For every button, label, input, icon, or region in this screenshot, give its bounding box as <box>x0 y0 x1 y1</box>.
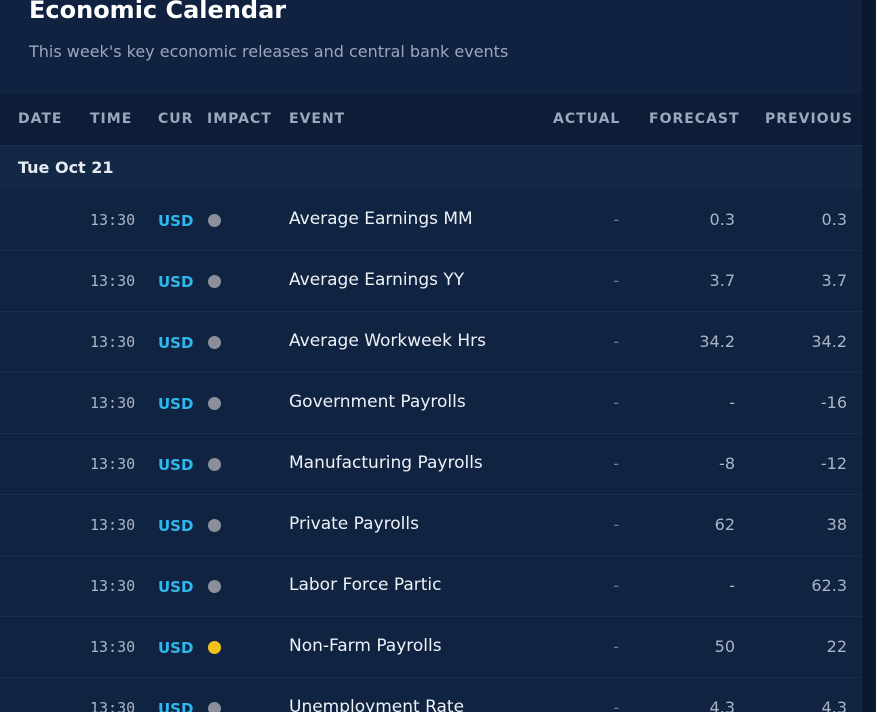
event-actual: - <box>613 515 619 534</box>
event-actual: - <box>613 393 619 412</box>
event-previous: 34.2 <box>811 332 847 351</box>
event-actual: - <box>613 637 619 656</box>
table-row[interactable]: 13:30 USD Unemployment Rate - 4.3 4.3 <box>0 678 862 712</box>
column-header-currency[interactable]: CUR <box>158 111 193 127</box>
event-actual: - <box>613 332 619 351</box>
column-header-forecast[interactable]: FORECAST <box>649 111 740 127</box>
event-name: Manufacturing Payrolls <box>289 453 483 473</box>
event-time: 13:30 <box>90 333 136 351</box>
event-time: 13:30 <box>90 516 136 534</box>
event-currency: USD <box>158 517 194 535</box>
event-time: 13:30 <box>90 272 136 290</box>
event-time: 13:30 <box>90 577 136 595</box>
column-header-impact[interactable]: IMPACT <box>207 111 272 127</box>
event-currency: USD <box>158 395 194 413</box>
impact-dot-icon <box>208 641 221 654</box>
event-forecast: -8 <box>719 454 735 473</box>
event-name: Unemployment Rate <box>289 697 465 712</box>
date-group-header: Tue Oct 21 <box>0 146 862 190</box>
event-forecast: 3.7 <box>709 271 735 290</box>
event-forecast: 4.3 <box>709 698 735 712</box>
event-name: Average Earnings MM <box>289 209 473 229</box>
event-time: 13:30 <box>90 211 136 229</box>
table-row[interactable]: 13:30 USD Average Earnings YY - 3.7 3.7 <box>0 251 862 312</box>
event-previous: 62.3 <box>811 576 847 595</box>
economic-calendar-panel: Economic Calendar This week's key econom… <box>0 0 862 712</box>
impact-dot-icon <box>208 397 221 410</box>
impact-dot-icon <box>208 214 221 227</box>
event-forecast: - <box>729 393 735 412</box>
column-header-actual[interactable]: ACTUAL <box>553 111 620 127</box>
event-time: 13:30 <box>90 455 136 473</box>
table-row[interactable]: 13:30 USD Non-Farm Payrolls - 50 22 <box>0 617 862 678</box>
event-name: Private Payrolls <box>289 514 419 534</box>
event-forecast: 34.2 <box>699 332 735 351</box>
event-name: Average Earnings YY <box>289 270 465 290</box>
event-actual: - <box>613 698 619 712</box>
event-actual: - <box>613 271 619 290</box>
column-header-time[interactable]: TIME <box>90 111 132 127</box>
page-title: Economic Calendar <box>29 0 287 24</box>
event-name: Non-Farm Payrolls <box>289 636 442 656</box>
event-time: 13:30 <box>90 699 136 712</box>
impact-dot-icon <box>208 519 221 532</box>
table-row[interactable]: 13:30 USD Labor Force Partic - - 62.3 <box>0 556 862 617</box>
event-time: 13:30 <box>90 394 136 412</box>
column-header-date[interactable]: DATE <box>18 111 62 127</box>
event-forecast: 50 <box>714 637 735 656</box>
calendar-header: Economic Calendar This week's key econom… <box>0 0 862 94</box>
column-header-previous[interactable]: PREVIOUS <box>765 111 853 127</box>
event-currency: USD <box>158 700 194 712</box>
event-currency: USD <box>158 456 194 474</box>
date-group-label: Tue Oct 21 <box>18 158 114 177</box>
event-actual: - <box>613 454 619 473</box>
impact-dot-icon <box>208 580 221 593</box>
impact-dot-icon <box>208 275 221 288</box>
event-previous: 4.3 <box>821 698 847 712</box>
event-currency: USD <box>158 334 194 352</box>
event-name: Average Workweek Hrs <box>289 331 486 351</box>
table-row[interactable]: 13:30 USD Private Payrolls - 62 38 <box>0 495 862 556</box>
table-row[interactable]: 13:30 USD Average Workweek Hrs - 34.2 34.2 <box>0 312 862 373</box>
event-actual: - <box>613 576 619 595</box>
event-name: Government Payrolls <box>289 392 466 412</box>
column-header-event[interactable]: EVENT <box>289 111 345 127</box>
table-row[interactable]: 13:30 USD Manufacturing Payrolls - -8 -12 <box>0 434 862 495</box>
event-currency: USD <box>158 273 194 291</box>
event-previous: 22 <box>826 637 847 656</box>
impact-dot-icon <box>208 702 221 712</box>
page-subtitle: This week's key economic releases and ce… <box>29 42 509 61</box>
event-currency: USD <box>158 578 194 596</box>
event-forecast: - <box>729 576 735 595</box>
table-row[interactable]: 13:30 USD Average Earnings MM - 0.3 0.3 <box>0 190 862 251</box>
table-header: DATE TIME CUR IMPACT EVENT ACTUAL FORECA… <box>0 94 862 146</box>
event-previous: 3.7 <box>821 271 847 290</box>
event-time: 13:30 <box>90 638 136 656</box>
event-forecast: 62 <box>714 515 735 534</box>
event-name: Labor Force Partic <box>289 575 442 595</box>
scrollbar-track[interactable] <box>862 0 876 712</box>
table-row[interactable]: 13:30 USD Government Payrolls - - -16 <box>0 373 862 434</box>
event-previous: 0.3 <box>821 210 847 229</box>
impact-dot-icon <box>208 458 221 471</box>
event-previous: -16 <box>820 393 847 412</box>
events-table-body: 13:30 USD Average Earnings MM - 0.3 0.3 13:30 U… <box>0 190 862 712</box>
impact-dot-icon <box>208 336 221 349</box>
event-previous: 38 <box>826 515 847 534</box>
event-previous: -12 <box>820 454 847 473</box>
event-actual: - <box>613 210 619 229</box>
event-currency: USD <box>158 212 194 230</box>
event-forecast: 0.3 <box>709 210 735 229</box>
event-currency: USD <box>158 639 194 657</box>
